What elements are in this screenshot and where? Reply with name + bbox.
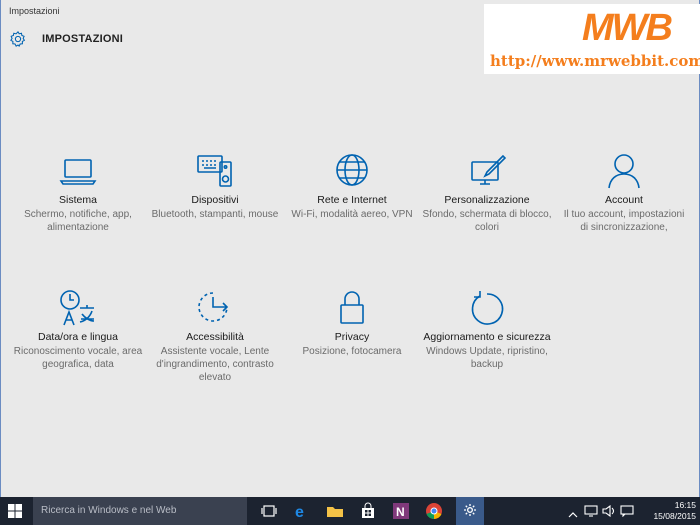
tile-name: Sistema bbox=[59, 194, 97, 206]
tile-name: Aggiornamento e sicurezza bbox=[423, 331, 551, 343]
update-icon bbox=[471, 291, 504, 325]
tile-data-ora-lingua[interactable]: Data/ora e lingua Riconoscimento vocale,… bbox=[13, 289, 143, 371]
watermark-logo: MWB http://www.mrwebbit.com bbox=[484, 4, 700, 74]
tile-aggiornamento-sicurezza[interactable]: Aggiornamento e sicurezza Windows Update… bbox=[422, 289, 552, 371]
settings-taskbar-button[interactable] bbox=[456, 497, 484, 525]
notification-icon[interactable] bbox=[620, 504, 634, 522]
person-icon bbox=[608, 154, 640, 189]
accessibility-icon bbox=[198, 292, 229, 322]
tile-desc: Wi-Fi, modalità aereo, VPN bbox=[291, 209, 413, 220]
settings-icon bbox=[462, 502, 478, 523]
tile-accessibilita[interactable]: Accessibilità Assistente vocale, Lente d… bbox=[150, 289, 280, 384]
tile-sistema[interactable]: Sistema Schermo, notifiche, app, aliment… bbox=[13, 152, 143, 234]
page-title: IMPOSTAZIONI bbox=[42, 33, 124, 45]
paint-icon bbox=[471, 154, 507, 185]
edge-icon[interactable]: e bbox=[292, 501, 314, 521]
explorer-icon[interactable] bbox=[325, 501, 347, 521]
tile-account[interactable]: Account Il tuo account, impostazioni di … bbox=[559, 152, 689, 234]
tile-name: Personalizzazione bbox=[444, 194, 530, 206]
tile-desc: Schermo, notifiche, app, alimentazione bbox=[24, 209, 132, 233]
watermark-mark: MWB bbox=[582, 7, 673, 49]
gear-icon bbox=[9, 30, 27, 48]
tile-desc: Windows Update, ripristino, backup bbox=[426, 346, 548, 370]
task-view-icon[interactable] bbox=[259, 501, 281, 521]
laptop-icon bbox=[59, 159, 97, 185]
settings-window: Impostazioni IMPOSTAZIONI MWB http://www… bbox=[0, 0, 700, 497]
chevron-up-icon[interactable] bbox=[568, 506, 578, 524]
volume-icon[interactable] bbox=[602, 504, 616, 522]
tile-desc: Sfondo, schermata di blocco, colori bbox=[422, 209, 552, 233]
tile-privacy[interactable]: Privacy Posizione, fotocamera bbox=[287, 289, 417, 358]
tile-name: Data/ora e lingua bbox=[38, 331, 118, 343]
taskbar: Ricerca in Windows e nel Web e N 16:15 1… bbox=[0, 497, 700, 525]
svg-text:e: e bbox=[295, 504, 304, 521]
windows-start-icon[interactable] bbox=[8, 504, 22, 518]
store-icon[interactable] bbox=[358, 501, 380, 521]
tile-desc: Posizione, fotocamera bbox=[302, 346, 402, 357]
tile-name: Account bbox=[605, 194, 643, 206]
tile-name: Dispositivi bbox=[191, 194, 239, 206]
tile-desc: Assistente vocale, Lente d'ingrandimento… bbox=[156, 346, 274, 383]
network-icon[interactable] bbox=[584, 504, 598, 522]
tile-name: Rete e Internet bbox=[317, 194, 387, 206]
window-title: Impostazioni bbox=[9, 6, 60, 16]
chrome-icon[interactable] bbox=[424, 501, 446, 521]
globe-icon bbox=[336, 154, 368, 186]
watermark-url: http://www.mrwebbit.com bbox=[490, 52, 700, 70]
tile-personalizzazione[interactable]: Personalizzazione Sfondo, schermata di b… bbox=[422, 152, 552, 234]
taskbar-search-text: Ricerca in Windows e nel Web bbox=[41, 505, 177, 516]
time-language-icon bbox=[60, 290, 95, 326]
tile-desc: Riconoscimento vocale, area geografica, … bbox=[13, 346, 143, 370]
devices-icon bbox=[197, 155, 232, 187]
taskbar-search-box[interactable]: Ricerca in Windows e nel Web bbox=[33, 497, 247, 525]
clock[interactable]: 16:15 15/08/2015 bbox=[653, 500, 696, 522]
clock-date: 15/08/2015 bbox=[653, 511, 696, 521]
tile-dispositivi[interactable]: Dispositivi Bluetooth, stampanti, mouse bbox=[150, 152, 280, 221]
tile-desc: Bluetooth, stampanti, mouse bbox=[151, 209, 279, 220]
clock-time: 16:15 bbox=[674, 500, 696, 510]
lock-icon bbox=[340, 291, 364, 324]
tile-desc: Il tuo account, impostazioni di sincroni… bbox=[563, 209, 685, 233]
tile-name: Privacy bbox=[334, 331, 370, 343]
tile-rete-internet[interactable]: Rete e Internet Wi-Fi, modalità aereo, V… bbox=[287, 152, 417, 221]
tile-name: Accessibilità bbox=[186, 331, 244, 343]
onenote-icon[interactable]: N bbox=[391, 501, 413, 521]
svg-text:N: N bbox=[396, 505, 405, 519]
